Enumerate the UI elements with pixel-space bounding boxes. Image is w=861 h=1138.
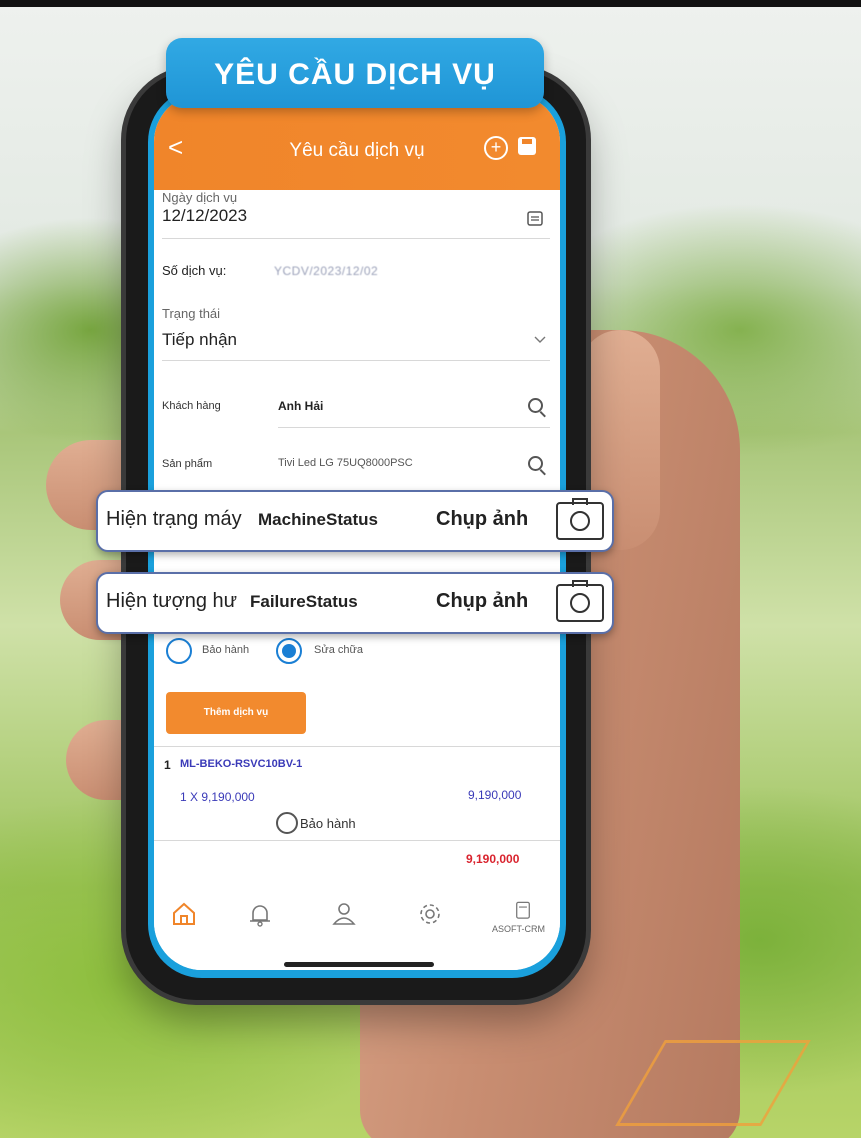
warranty-radio[interactable]: [166, 638, 192, 664]
line-item-warranty-label: Bảo hành: [300, 816, 356, 831]
bottom-tab-bar: ASOFT-CRM: [154, 894, 560, 970]
gear-icon[interactable]: [416, 900, 446, 930]
line-item-index: 1: [164, 758, 171, 772]
repair-radio[interactable]: [276, 638, 302, 664]
app-header: < Yêu cầu dịch vụ +: [154, 94, 560, 190]
home-icon[interactable]: [170, 900, 200, 930]
divider: [154, 840, 560, 841]
add-service-button[interactable]: Thêm dịch vụ: [166, 692, 306, 734]
product-value[interactable]: Tivi Led LG 75UQ8000PSC: [278, 457, 413, 469]
line-item-qty-price: 1 X 9,190,000: [180, 790, 255, 804]
service-number-value: YCDV/2023/12/02: [274, 264, 379, 278]
product-label: Sản phẩm: [162, 458, 213, 470]
service-date-value[interactable]: 12/12/2023: [162, 206, 247, 226]
crm-tab-label: ASOFT-CRM: [492, 924, 545, 934]
line-item-warranty-radio[interactable]: [276, 812, 298, 834]
status-label: Trạng thái: [162, 306, 221, 321]
save-icon[interactable]: [518, 137, 536, 155]
repair-radio-label: Sửa chữa: [314, 644, 363, 656]
camera-icon[interactable]: [556, 498, 604, 540]
service-number-label: Số dịch vụ:: [162, 263, 227, 278]
line-item-code[interactable]: ML-BEKO-RSVC10BV-1: [180, 758, 302, 770]
machine-status-callout[interactable]: Hiện trạng máy MachineStatus Chụp ảnh: [96, 490, 614, 552]
crm-tab[interactable]: ASOFT-CRM: [492, 900, 554, 934]
status-value[interactable]: Tiếp nhận: [162, 330, 237, 350]
bell-icon[interactable]: [246, 900, 276, 930]
divider: [162, 238, 550, 239]
calculator-icon: [516, 901, 530, 919]
warranty-radio-label: Bảo hành: [202, 644, 250, 656]
total-amount: 9,190,000: [466, 852, 520, 866]
screen-banner: YÊU CẦU DỊCH VỤ: [166, 38, 544, 108]
take-photo-label: Chụp ảnh: [436, 590, 529, 612]
customer-label: Khách hàng: [162, 400, 221, 412]
callout-field: MachineStatus: [258, 510, 378, 529]
home-indicator[interactable]: [284, 962, 434, 967]
service-date-label: Ngày dịch vụ: [162, 190, 238, 205]
search-icon[interactable]: [528, 456, 543, 471]
customer-value[interactable]: Anh Hải: [278, 399, 323, 413]
divider: [162, 360, 550, 361]
callout-label: Hiện tượng hư: [106, 590, 238, 612]
chevron-down-icon[interactable]: [534, 336, 546, 344]
camera-icon[interactable]: [556, 580, 604, 622]
failure-status-callout[interactable]: Hiện tượng hư FailureStatus Chụp ảnh: [96, 572, 614, 634]
top-border: [0, 0, 861, 7]
search-icon[interactable]: [528, 398, 543, 413]
callout-label: Hiện trạng máy: [106, 508, 242, 530]
take-photo-label: Chụp ảnh: [436, 508, 529, 530]
divider: [154, 746, 560, 747]
background-photo: < Yêu cầu dịch vụ + Ngày dịch vụ 12/12/2…: [0, 0, 861, 1138]
divider: [278, 427, 550, 428]
line-item-amount: 9,190,000: [468, 788, 522, 802]
user-icon[interactable]: [330, 900, 360, 930]
calendar-icon[interactable]: [527, 210, 543, 226]
add-icon[interactable]: +: [484, 136, 508, 160]
callout-field: FailureStatus: [250, 592, 358, 611]
